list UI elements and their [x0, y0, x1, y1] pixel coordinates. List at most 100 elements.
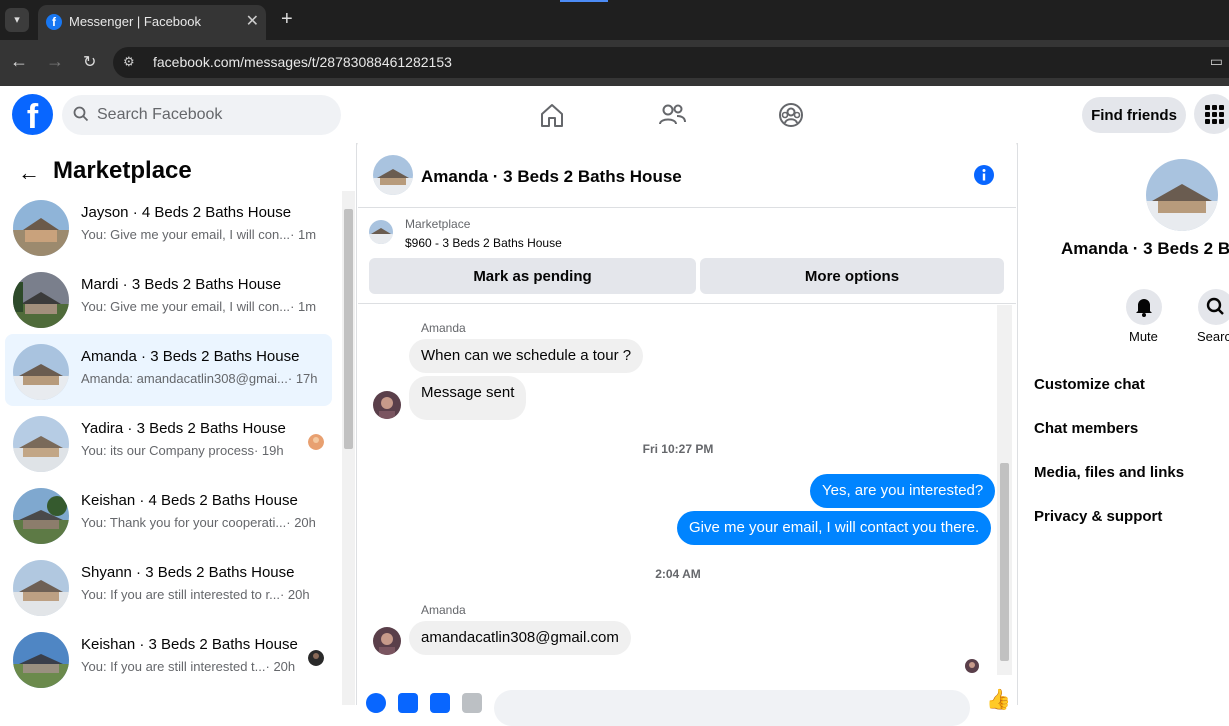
conversation-name: Keishan · 3 Beds 2 Baths House [81, 636, 298, 653]
chat-title[interactable]: Amanda · 3 Beds 2 Baths House [421, 167, 682, 187]
browser-tab[interactable]: f Messenger | Facebook ✕ [38, 5, 266, 40]
read-receipt-avatar [308, 434, 324, 450]
customize-chat-item[interactable]: Customize chat [1034, 376, 1145, 393]
pane-title: Marketplace [53, 157, 192, 184]
back-icon[interactable]: ← [10, 51, 28, 72]
tab-list-chevron-icon[interactable]: ▾ [5, 8, 29, 32]
house-thumbnail [13, 416, 69, 472]
facebook-favicon-icon: f [46, 14, 62, 30]
search-icon [1206, 297, 1224, 315]
search-input[interactable] [97, 95, 327, 135]
conversation-item-active[interactable]: Amanda · 3 Beds 2 Baths House Amanda: am… [5, 334, 332, 406]
conversation-preview: Amanda: amandacatlin308@gmai...· 17h [81, 371, 318, 386]
facebook-logo-icon[interactable]: f [12, 94, 53, 135]
message-bubble-outgoing[interactable]: Yes, are you interested? [810, 474, 996, 508]
marketplace-conversations-pane: ← Marketplace Jayson · 4 Beds 2 Baths Ho… [0, 143, 357, 705]
conversation-name: Keishan · 4 Beds 2 Baths House [81, 492, 298, 509]
house-thumbnail [13, 560, 69, 616]
browser-address-bar: ← → ↻ ⚙ facebook.com/messages/t/28783088… [0, 40, 1229, 86]
chat-avatar[interactable] [373, 155, 413, 195]
new-tab-icon[interactable]: + [281, 8, 293, 31]
attach-image-icon[interactable] [398, 693, 418, 713]
scrollbar-thumb[interactable] [1000, 463, 1009, 661]
like-icon[interactable]: 👍 [986, 690, 1011, 713]
gif-icon[interactable] [462, 693, 482, 713]
search-in-chat-button[interactable] [1198, 289, 1229, 325]
back-arrow-icon[interactable]: ← [18, 160, 40, 186]
conversation-list-scrollbar[interactable] [342, 191, 355, 705]
house-thumbnail [13, 344, 69, 400]
conversation-preview: You: Thank you for your cooperati...· 20… [81, 515, 316, 530]
mark-as-pending-button[interactable]: Mark as pending [369, 258, 696, 294]
conversation-item[interactable]: Jayson · 4 Beds 2 Baths House You: Give … [5, 190, 332, 262]
listing-description[interactable]: $960 - 3 Beds 2 Baths House [405, 236, 562, 250]
message-bubble-outgoing[interactable]: Give me your email, I will contact you t… [677, 511, 992, 545]
groups-icon[interactable] [776, 100, 806, 130]
message-bubble-incoming[interactable]: Message sent [409, 376, 527, 420]
conversation-item[interactable]: Keishan · 3 Beds 2 Baths House You: If y… [5, 622, 332, 694]
info-icon[interactable] [974, 165, 994, 185]
message-bubble-incoming[interactable]: When can we schedule a tour ? [409, 339, 644, 373]
message-thread-scrollbar[interactable] [997, 305, 1012, 675]
friends-icon[interactable] [657, 100, 687, 130]
message-thread: Amanda When can we schedule a tour ? Mes… [358, 305, 998, 683]
house-thumbnail [13, 200, 69, 256]
chat-members-item[interactable]: Chat members [1034, 420, 1138, 437]
house-thumbnail [13, 488, 69, 544]
message-input[interactable] [494, 690, 970, 726]
conversation-preview: You: Give me your email, I will con...· … [81, 227, 317, 242]
conversation-item[interactable]: Shyann · 3 Beds 2 Baths House You: If yo… [5, 550, 332, 622]
conversation-preview: You: Give me your email, I will con...· … [81, 299, 317, 314]
menu-button[interactable] [1194, 94, 1229, 134]
find-friends-button[interactable]: Find friends [1082, 97, 1186, 133]
conversation-item[interactable]: Yadira · 3 Beds 2 Baths House You: its o… [5, 406, 332, 478]
chat-info-name: Amanda · 3 Beds 2 Baths House [1061, 239, 1229, 258]
sender-name: Amanda [421, 603, 466, 617]
chat-info-pane: Amanda · 3 Beds 2 Baths House Mute Searc… [1017, 143, 1229, 705]
conversation-preview: You: If you are still interested to r...… [81, 587, 310, 602]
more-actions-icon[interactable] [366, 693, 386, 713]
chat-info-avatar[interactable] [1146, 159, 1218, 231]
house-thumbnail [13, 272, 69, 328]
tab-indicator [560, 0, 608, 2]
listing-thumbnail[interactable] [369, 220, 393, 244]
conversation-name: Mardi · 3 Beds 2 Baths House [81, 276, 282, 293]
conversation-item[interactable]: Mardi · 3 Beds 2 Baths House You: Give m… [5, 262, 332, 334]
sender-name: Amanda [421, 321, 466, 335]
site-info-icon[interactable]: ⚙ [123, 54, 135, 70]
conversation-name: Shyann · 3 Beds 2 Baths House [81, 564, 295, 581]
search-icon [73, 106, 89, 122]
conversation-name: Amanda · 3 Beds 2 Baths House [81, 348, 300, 365]
seen-receipt-avatar [965, 659, 979, 673]
browser-tab-bar: ▾ f Messenger | Facebook ✕ + [0, 0, 1229, 40]
cast-icon[interactable]: ▭ [1210, 53, 1223, 70]
home-icon[interactable] [537, 100, 567, 130]
message-timestamp: Fri 10:27 PM [642, 442, 714, 456]
message-bubble-incoming[interactable]: amandacatlin308@gmail.com [409, 621, 631, 655]
url-text[interactable]: facebook.com/messages/t/2878308846128215… [153, 54, 452, 70]
url-box[interactable]: ⚙ facebook.com/messages/t/28783088461282… [113, 47, 1229, 78]
message-composer: 👍 [358, 683, 1016, 726]
chat-header: Amanda · 3 Beds 2 Baths House [358, 143, 1016, 208]
message-timestamp: 2:04 AM [655, 567, 701, 581]
forward-icon[interactable]: → [46, 51, 64, 72]
media-files-links-item[interactable]: Media, files and links [1034, 464, 1184, 481]
mute-button[interactable] [1126, 289, 1162, 325]
privacy-support-item[interactable]: Privacy & support [1034, 508, 1162, 525]
sender-avatar [373, 627, 401, 655]
grid-menu-icon [1205, 105, 1224, 124]
tab-close-icon[interactable]: ✕ [246, 11, 259, 31]
scrollbar-thumb[interactable] [344, 209, 353, 449]
mute-label: Mute [1129, 329, 1158, 344]
conversation-name: Yadira · 3 Beds 2 Baths House [81, 420, 286, 437]
chat-pane: Amanda · 3 Beds 2 Baths House Marketplac… [358, 143, 1016, 726]
house-thumbnail [13, 632, 69, 688]
reload-icon[interactable]: ↻ [83, 52, 96, 72]
more-options-button[interactable]: More options [700, 258, 1004, 294]
conversation-item[interactable]: Keishan · 4 Beds 2 Baths House You: Than… [5, 478, 332, 550]
tab-title: Messenger | Facebook [69, 14, 201, 29]
search-label: Search [1197, 329, 1229, 344]
sticker-icon[interactable] [430, 693, 450, 713]
search-box[interactable] [62, 95, 341, 135]
conversation-name: Jayson · 4 Beds 2 Baths House [81, 204, 292, 221]
